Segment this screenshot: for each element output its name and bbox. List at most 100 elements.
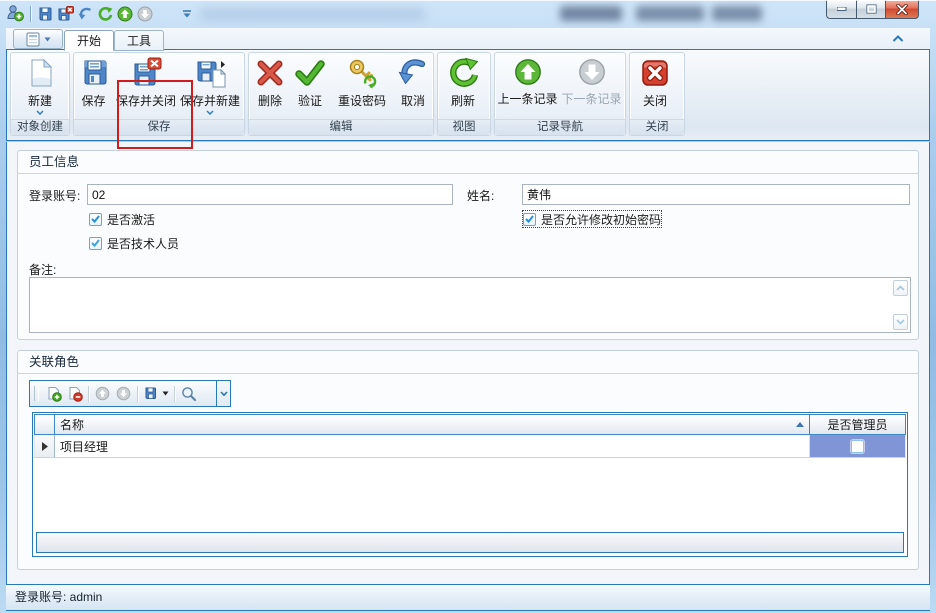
move-down-icon	[113, 383, 134, 404]
save-and-close-button[interactable]: 保存并关闭	[112, 54, 180, 118]
refresh-icon[interactable]	[95, 4, 115, 24]
previous-record-button[interactable]: 上一条记录	[496, 54, 559, 118]
button-label: 验证	[298, 92, 322, 109]
checkbox-checked-icon	[89, 237, 102, 250]
export-icon[interactable]	[141, 383, 171, 404]
group-label: 编辑	[249, 119, 433, 135]
delete-button[interactable]: 删除	[250, 54, 290, 118]
redacted-title-text	[636, 6, 704, 21]
redacted-title-text	[560, 6, 622, 21]
group-label: 对象创建	[11, 119, 69, 135]
tab-tools[interactable]: 工具	[114, 30, 164, 51]
login-account-input[interactable]	[87, 184, 453, 205]
close-window-icon	[639, 57, 671, 89]
grid-header-row: 名称 是否管理员	[34, 414, 906, 435]
toolbar-separator	[88, 386, 89, 402]
add-row-icon[interactable]	[43, 383, 64, 404]
redacted-title-text	[712, 6, 762, 21]
redacted-title-text	[200, 8, 425, 20]
customize-dropdown-icon[interactable]	[177, 4, 197, 24]
group-label: 视图	[438, 119, 490, 135]
title-bar	[0, 0, 936, 28]
checkbox-label: 是否技术人员	[107, 235, 179, 252]
tab-label: 开始	[77, 34, 101, 48]
remove-row-icon[interactable]	[64, 383, 85, 404]
name-label: 姓名:	[467, 187, 494, 204]
roles-toolbar	[29, 380, 231, 407]
associated-roles-groupbox: 关联角色	[17, 350, 919, 570]
column-header-label: 名称	[60, 416, 84, 433]
ribbon-group-object-creation: 新建 对象创建	[10, 52, 70, 136]
add-user-icon	[6, 4, 24, 22]
ribbon: 新建 对象创建 保存	[6, 49, 930, 141]
grid-header-is-admin[interactable]: 是否管理员	[810, 415, 905, 434]
ribbon-group-save: 保存 保存并关闭	[73, 52, 245, 136]
save-icon[interactable]	[35, 4, 55, 24]
maximize-button[interactable]	[856, 0, 886, 19]
scroll-up-button[interactable]	[893, 280, 908, 296]
button-label: 删除	[258, 92, 282, 109]
status-login-account: 登录账号: admin	[15, 590, 102, 604]
save-button[interactable]: 保存	[75, 54, 112, 118]
validate-button[interactable]: 验证	[290, 54, 330, 118]
next-record-button: 下一条记录	[559, 54, 624, 118]
toolbar-separator	[174, 386, 175, 402]
cell-is-admin-selected[interactable]	[810, 435, 905, 457]
button-label: 关闭	[643, 92, 667, 109]
refresh-icon	[447, 57, 479, 89]
ribbon-tab-row: 开始 工具	[6, 28, 930, 50]
chevron-down-icon	[896, 319, 905, 325]
chevron-up-icon[interactable]	[892, 34, 904, 43]
chevron-down-icon	[206, 110, 214, 115]
close-form-button[interactable]: 关闭	[631, 54, 679, 118]
undo-icon[interactable]	[75, 4, 95, 24]
checkbox-is-technical[interactable]: 是否技术人员	[89, 235, 179, 251]
button-label: 取消	[401, 92, 425, 109]
tab-start[interactable]: 开始	[64, 30, 114, 51]
previous-record-icon[interactable]	[115, 4, 135, 24]
button-label: 保存	[81, 92, 105, 109]
remark-textarea[interactable]	[29, 277, 911, 333]
group-label: 记录导航	[495, 119, 625, 135]
scroll-down-button[interactable]	[893, 314, 908, 330]
application-menu-button[interactable]	[13, 29, 63, 49]
ribbon-group-view: 刷新 视图	[437, 52, 491, 136]
toolbar-separator	[30, 6, 31, 22]
grid-row[interactable]: 项目经理	[34, 435, 906, 458]
ribbon-group-edit: 删除 验证 重设密	[248, 52, 434, 136]
checkbox-unchecked-icon[interactable]	[851, 440, 864, 453]
row-indicator-icon	[42, 442, 48, 451]
checkbox-checked-icon	[89, 213, 102, 226]
cell-role-name[interactable]: 项目经理	[55, 435, 810, 457]
reset-password-button[interactable]: 重设密码	[330, 54, 394, 118]
move-up-icon	[92, 383, 113, 404]
ribbon-group-close: 关闭 关闭	[629, 52, 685, 136]
button-label: 保存并新建	[180, 92, 240, 109]
row-indicator-cell	[35, 435, 55, 457]
grid-header-name[interactable]: 名称	[55, 415, 810, 434]
new-button[interactable]: 新建	[12, 54, 68, 118]
application-menu-icon	[26, 32, 40, 47]
checkbox-label: 是否激活	[107, 211, 155, 228]
chevron-up-icon	[896, 285, 905, 291]
chevron-down-icon	[162, 391, 169, 396]
checkbox-allow-modify-initial-password[interactable]: 是否允许修改初始密码	[523, 211, 661, 227]
refresh-button[interactable]: 刷新	[439, 54, 487, 118]
close-button[interactable]	[886, 0, 919, 19]
column-header-label: 是否管理员	[827, 416, 887, 433]
chevron-down-icon	[44, 37, 51, 42]
previous-record-icon	[513, 57, 543, 87]
checkbox-is-active[interactable]: 是否激活	[89, 211, 155, 227]
button-label: 上一条记录	[497, 90, 557, 107]
tab-label: 工具	[127, 34, 151, 48]
cancel-button[interactable]: 取消	[394, 54, 432, 118]
search-icon[interactable]	[178, 383, 199, 404]
button-label: 重设密码	[338, 92, 386, 109]
name-input[interactable]	[522, 184, 910, 205]
save-close-icon[interactable]	[55, 4, 75, 24]
ribbon-group-record-navigation: 上一条记录 下一条记录 记录导航	[494, 52, 626, 136]
toolbar-more-icon[interactable]	[216, 381, 230, 406]
minimize-button[interactable]	[826, 0, 856, 19]
quick-access-toolbar	[30, 4, 197, 24]
save-and-new-button[interactable]: 保存并新建	[180, 54, 240, 118]
